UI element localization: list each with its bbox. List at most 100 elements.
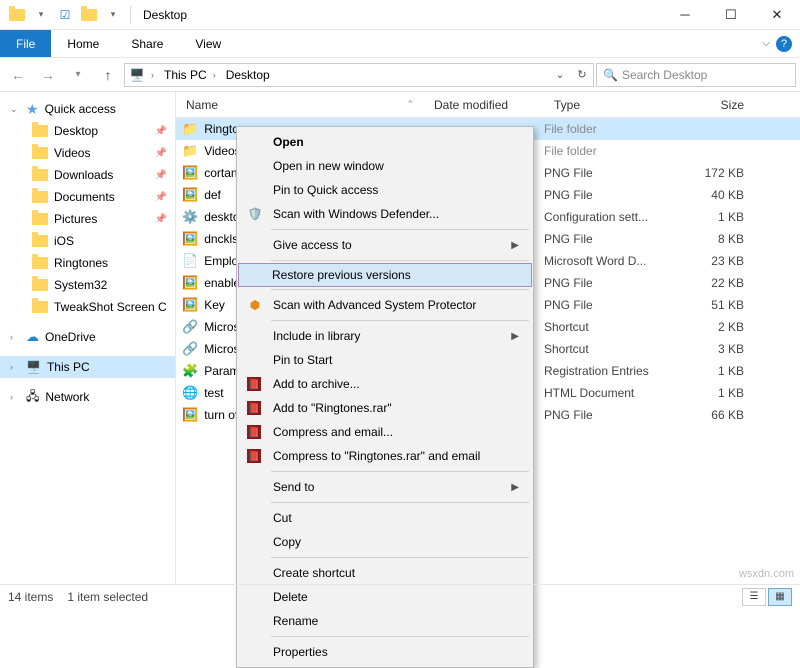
ctx-cut[interactable]: Cut bbox=[239, 506, 531, 530]
close-button[interactable]: ✕ bbox=[754, 0, 800, 30]
chevron-down-icon[interactable]: ⌄ bbox=[10, 104, 20, 115]
file-size: 66 KB bbox=[686, 408, 752, 422]
ctx-compress-rar-email[interactable]: 📕Compress to "Ringtones.rar" and email bbox=[239, 444, 531, 468]
pin-icon: 📌 bbox=[155, 192, 167, 203]
ctx-properties[interactable]: Properties bbox=[239, 640, 531, 664]
help-icon[interactable]: ? bbox=[776, 36, 792, 52]
img-icon: 🖼️ bbox=[182, 231, 198, 247]
file-name: Micros bbox=[204, 320, 239, 334]
pin-icon: 📌 bbox=[155, 170, 167, 181]
ctx-scan-defender[interactable]: 🛡️Scan with Windows Defender... bbox=[239, 202, 531, 226]
ctx-pin-quick-access[interactable]: Pin to Quick access bbox=[239, 178, 531, 202]
ctx-add-rar[interactable]: 📕Add to "Ringtones.rar" bbox=[239, 396, 531, 420]
ctx-add-archive[interactable]: 📕Add to archive... bbox=[239, 372, 531, 396]
view-icons-button[interactable]: ▦ bbox=[768, 588, 792, 606]
sidebar-item[interactable]: Desktop📌 bbox=[0, 120, 175, 142]
recent-locations-icon[interactable]: ▾ bbox=[64, 61, 92, 89]
ctx-rename[interactable]: Rename bbox=[239, 609, 531, 633]
sidebar-quick-access[interactable]: ⌄ ★ Quick access bbox=[0, 98, 175, 120]
qat-checkbox[interactable]: ☑ bbox=[54, 4, 76, 26]
divider bbox=[130, 6, 131, 24]
view-details-button[interactable]: ☰ bbox=[742, 588, 766, 606]
tab-share[interactable]: Share bbox=[115, 30, 179, 57]
divider bbox=[271, 471, 529, 472]
folder-icon bbox=[32, 211, 48, 227]
sidebar-item[interactable]: Videos📌 bbox=[0, 142, 175, 164]
sidebar-item-label: System32 bbox=[54, 278, 107, 292]
file-name: Micros bbox=[204, 342, 239, 356]
chevron-right-icon[interactable]: › bbox=[10, 392, 20, 402]
tab-file[interactable]: File bbox=[0, 30, 51, 57]
doc-icon: 📄 bbox=[182, 253, 198, 269]
sidebar-thispc[interactable]: › 🖥️ This PC bbox=[0, 356, 175, 378]
ctx-create-shortcut[interactable]: Create shortcut bbox=[239, 561, 531, 585]
maximize-button[interactable]: ☐ bbox=[708, 0, 754, 30]
qat-dropdown-icon[interactable]: ▾ bbox=[30, 4, 52, 26]
sidebar-onedrive[interactable]: › ☁ OneDrive bbox=[0, 326, 175, 348]
file-name: dnckls bbox=[204, 232, 238, 246]
ctx-include-library[interactable]: Include in library▶ bbox=[239, 324, 531, 348]
minimize-button[interactable]: ─ bbox=[662, 0, 708, 30]
chevron-right-icon[interactable]: › bbox=[10, 362, 20, 372]
img-icon: 🖼️ bbox=[182, 187, 198, 203]
ctx-restore-previous-versions[interactable]: Restore previous versions bbox=[238, 263, 532, 287]
pc-icon: 🖥️ bbox=[26, 360, 41, 374]
folder-icon bbox=[32, 233, 48, 249]
file-size: 22 KB bbox=[686, 276, 752, 290]
archive-icon: 📕 bbox=[247, 425, 261, 439]
column-headers: Name⌃ Date modified Type Size bbox=[176, 92, 800, 118]
ctx-open[interactable]: Open bbox=[239, 130, 531, 154]
qat-overflow-icon[interactable]: ▾ bbox=[102, 4, 124, 26]
up-button[interactable]: ↑ bbox=[94, 61, 122, 89]
pin-icon: 📌 bbox=[155, 148, 167, 159]
sidebar-item[interactable]: System32 bbox=[0, 274, 175, 296]
ctx-compress-email[interactable]: 📕Compress and email... bbox=[239, 420, 531, 444]
html-icon: 🌐 bbox=[182, 385, 198, 401]
address-dropdown-icon[interactable]: ⌄ bbox=[549, 64, 571, 86]
divider bbox=[271, 229, 529, 230]
sidebar-item[interactable]: Downloads📌 bbox=[0, 164, 175, 186]
search-input[interactable]: 🔍 Search Desktop bbox=[596, 63, 796, 87]
pin-icon: 📌 bbox=[155, 214, 167, 225]
crumb-desktop[interactable]: Desktop bbox=[222, 68, 274, 82]
file-size: 51 KB bbox=[686, 298, 752, 312]
ctx-give-access[interactable]: Give access to▶ bbox=[239, 233, 531, 257]
file-type: PNG File bbox=[544, 408, 686, 422]
col-name[interactable]: Name⌃ bbox=[176, 98, 424, 112]
sidebar-item[interactable]: TweakShot Screen C bbox=[0, 296, 175, 318]
file-type: File folder bbox=[544, 122, 686, 136]
refresh-button[interactable]: ↻ bbox=[571, 64, 593, 86]
chevron-right-icon: ▶ bbox=[511, 331, 519, 342]
file-type: Registration Entries bbox=[544, 364, 686, 378]
col-type[interactable]: Type bbox=[544, 98, 686, 112]
sort-indicator-icon: ⌃ bbox=[406, 99, 414, 110]
sidebar-item[interactable]: Ringtones bbox=[0, 252, 175, 274]
address-bar[interactable]: 🖥️ › This PC› Desktop ⌄ ↻ bbox=[124, 63, 594, 87]
sidebar-item[interactable]: Pictures 📌 bbox=[0, 208, 175, 230]
forward-button[interactable]: → bbox=[34, 61, 62, 89]
sidebar-item-label: TweakShot Screen C bbox=[54, 300, 167, 314]
ctx-send-to[interactable]: Send to▶ bbox=[239, 475, 531, 499]
ctx-pin-start[interactable]: Pin to Start bbox=[239, 348, 531, 372]
expand-ribbon-icon[interactable]: ⌵ bbox=[762, 38, 770, 49]
sidebar-item[interactable]: iOS bbox=[0, 230, 175, 252]
back-button[interactable]: ← bbox=[4, 61, 32, 89]
col-date[interactable]: Date modified bbox=[424, 98, 544, 112]
sidebar-item[interactable]: Documents📌 bbox=[0, 186, 175, 208]
divider bbox=[271, 636, 529, 637]
tab-home[interactable]: Home bbox=[51, 30, 115, 57]
crumb-sep1[interactable]: › bbox=[147, 70, 158, 80]
ctx-scan-asp[interactable]: ⬢Scan with Advanced System Protector bbox=[239, 293, 531, 317]
file-type: PNG File bbox=[544, 276, 686, 290]
sidebar-label: Quick access bbox=[45, 102, 116, 116]
col-size[interactable]: Size bbox=[686, 98, 752, 112]
sidebar-network[interactable]: › 🖧 Network bbox=[0, 386, 175, 408]
tab-view[interactable]: View bbox=[179, 30, 237, 57]
ctx-copy[interactable]: Copy bbox=[239, 530, 531, 554]
ribbon-tabs: File Home Share View ⌵ ? bbox=[0, 30, 800, 58]
chevron-right-icon[interactable]: › bbox=[10, 332, 20, 342]
crumb-thispc[interactable]: This PC› bbox=[160, 68, 220, 82]
sidebar-item-label: Pictures bbox=[54, 212, 97, 226]
file-size: 172 KB bbox=[686, 166, 752, 180]
ctx-open-new-window[interactable]: Open in new window bbox=[239, 154, 531, 178]
